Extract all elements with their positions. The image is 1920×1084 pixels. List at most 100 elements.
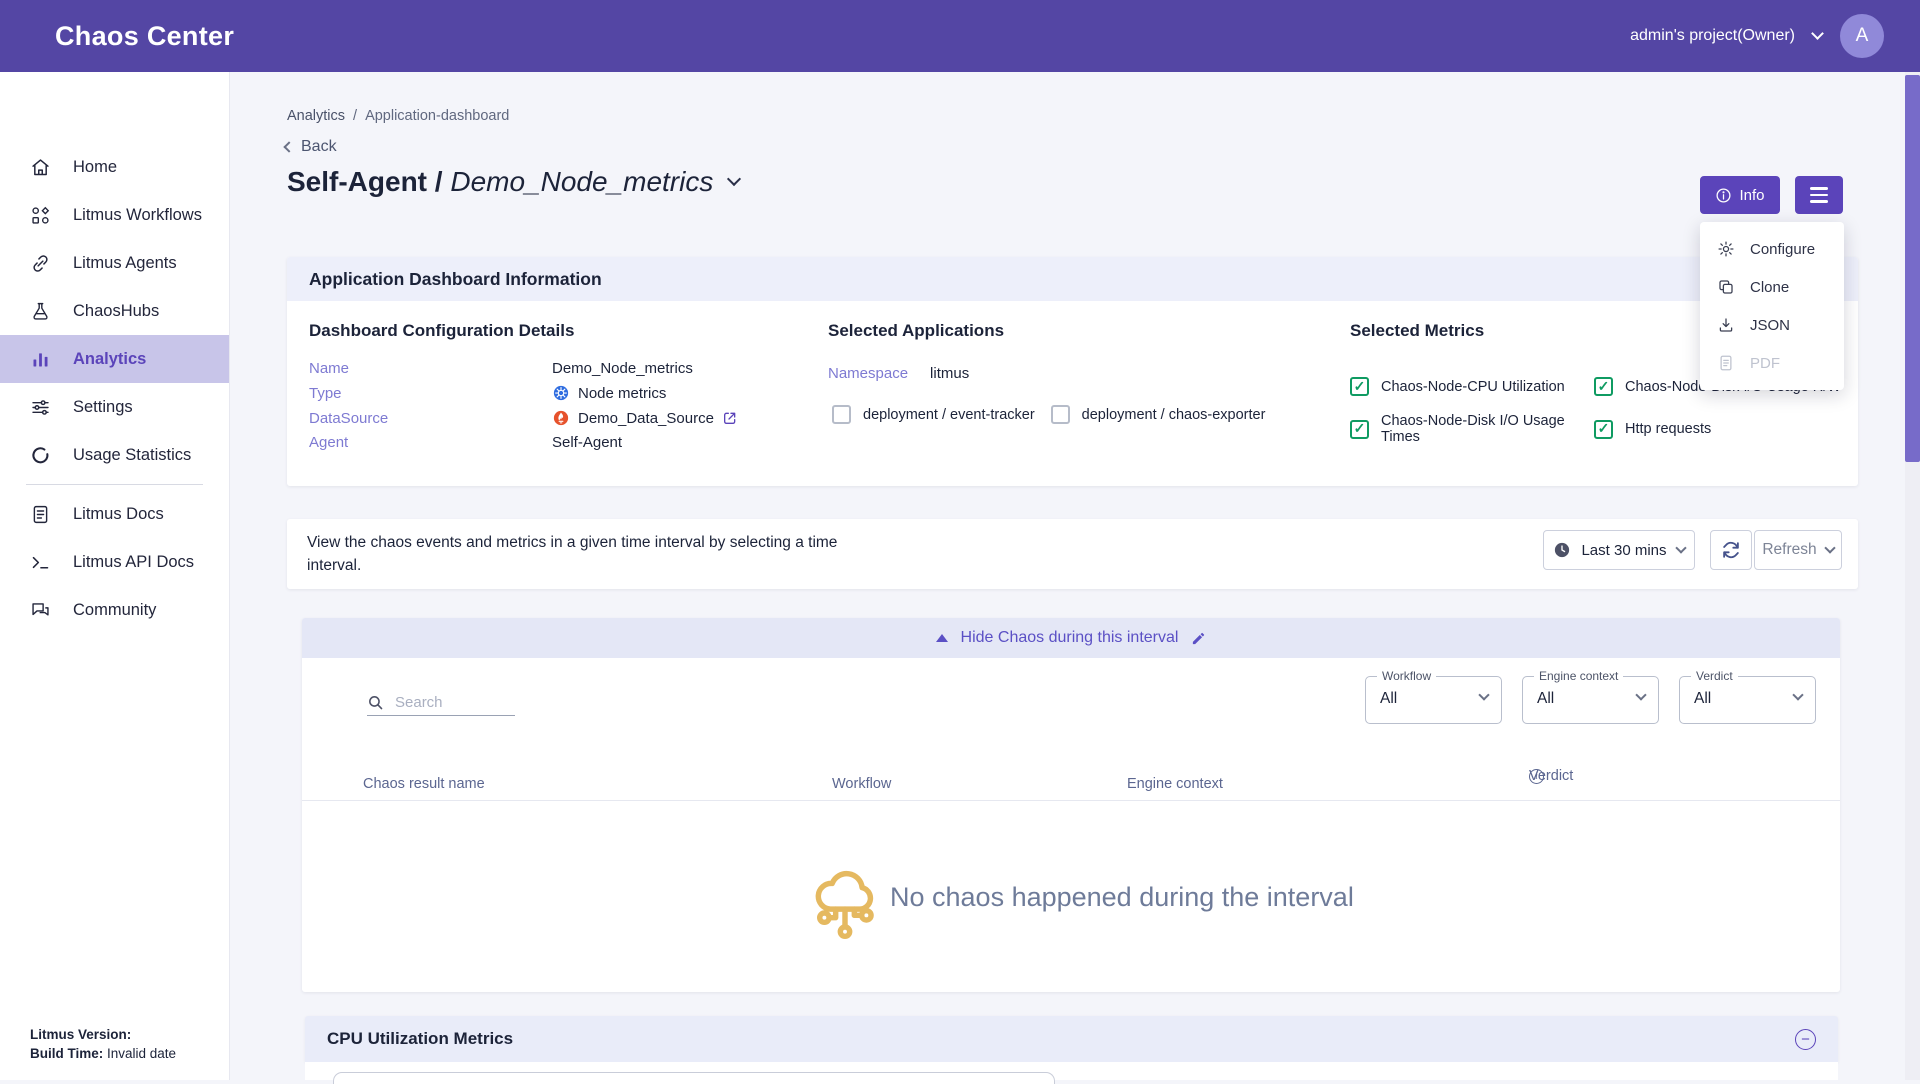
type-value: Node metrics xyxy=(578,385,666,402)
checkbox-cpu-utilization[interactable]: Chaos-Node-CPU Utilization xyxy=(1350,377,1594,396)
link-icon xyxy=(30,253,51,274)
chevron-down-icon[interactable] xyxy=(1811,27,1824,40)
config-section-title: Dashboard Configuration Details xyxy=(309,321,574,341)
chevron-left-icon xyxy=(283,141,294,152)
sidebar-item-litmus-agents[interactable]: Litmus Agents xyxy=(0,239,229,287)
verdict-info-icon[interactable]: i xyxy=(1529,769,1544,784)
hide-chaos-toggle[interactable]: Hide Chaos during this interval xyxy=(302,618,1840,658)
filter-label: Engine context xyxy=(1534,669,1623,683)
checkbox-http-requests[interactable]: Http requests xyxy=(1594,413,1841,445)
chaos-center-app: Chaos Center admin's project(Owner) A Ho… xyxy=(0,0,1920,1080)
sidebar: Home Litmus Workflows Litmus Agents Chao… xyxy=(0,72,230,1080)
checkbox-checked-icon[interactable] xyxy=(1350,420,1369,439)
menu-item-pdf: PDF xyxy=(1700,344,1844,382)
main-content: Analytics / Application-dashboard Back S… xyxy=(230,72,1920,1080)
options-menu-button[interactable] xyxy=(1795,176,1843,214)
hide-chaos-label: Hide Chaos during this interval xyxy=(961,629,1179,647)
info-icon xyxy=(1715,187,1732,204)
workflow-filter-select[interactable]: Workflow All xyxy=(1365,676,1502,724)
sidebar-footer: Litmus Version: Build Time: Invalid date xyxy=(30,1025,176,1064)
chevron-down-icon xyxy=(1675,542,1686,553)
sidebar-item-community[interactable]: Community xyxy=(0,586,229,634)
prometheus-icon xyxy=(552,409,570,427)
bar-chart-icon xyxy=(30,349,51,370)
scrollbar-thumb[interactable] xyxy=(1905,75,1920,462)
menu-item-label: Clone xyxy=(1750,279,1789,296)
sidebar-item-settings[interactable]: Settings xyxy=(0,383,229,431)
collapse-triangle-icon xyxy=(936,634,948,642)
filter-value: All xyxy=(1380,690,1397,708)
datasource-label: DataSource xyxy=(309,410,552,427)
checkbox-label: Chaos-Node-CPU Utilization xyxy=(1381,379,1565,395)
agent-label: Agent xyxy=(309,434,552,451)
sidebar-item-litmus-api-docs[interactable]: Litmus API Docs xyxy=(0,538,229,586)
avatar[interactable]: A xyxy=(1840,14,1884,58)
checkbox-label: Chaos-Node-Disk I/O Usage Times xyxy=(1381,413,1594,445)
title-dropdown-chevron-icon[interactable] xyxy=(727,172,741,186)
sidebar-item-usage-statistics[interactable]: Usage Statistics xyxy=(0,431,229,479)
menu-item-json[interactable]: JSON xyxy=(1700,306,1844,344)
sidebar-item-label: Usage Statistics xyxy=(73,446,191,465)
checkbox-checked-icon[interactable] xyxy=(1594,420,1613,439)
scrollbar-track[interactable] xyxy=(1905,72,1920,1080)
info-button[interactable]: Info xyxy=(1700,176,1780,214)
back-button[interactable]: Back xyxy=(285,138,337,156)
column-engine-context: Engine context xyxy=(1127,776,1223,792)
sidebar-item-chaoshubs[interactable]: ChaosHubs xyxy=(0,287,229,335)
cpu-metrics-panel-header: CPU Utilization Metrics − xyxy=(305,1016,1838,1062)
namespace-value: litmus xyxy=(930,365,969,382)
download-icon xyxy=(1717,316,1735,334)
clock-icon xyxy=(1553,541,1571,559)
filter-value: All xyxy=(1537,690,1554,708)
chevron-down-icon xyxy=(1824,542,1835,553)
checkbox-label: deployment / event-tracker xyxy=(863,407,1035,423)
time-interval-description: View the chaos events and metrics in a g… xyxy=(307,531,862,578)
breadcrumb-current: Application-dashboard xyxy=(365,108,509,124)
time-range-select[interactable]: Last 30 mins xyxy=(1543,530,1695,570)
applications-checkboxes: deployment / event-tracker deployment / … xyxy=(832,405,1265,424)
breadcrumb-analytics[interactable]: Analytics xyxy=(287,108,345,124)
refresh-interval-button[interactable]: Refresh xyxy=(1754,530,1842,570)
filter-value: All xyxy=(1694,690,1711,708)
page-title: Self-Agent / Demo_Node_metrics xyxy=(287,166,739,198)
refresh-now-button[interactable] xyxy=(1710,530,1752,570)
sidebar-item-litmus-workflows[interactable]: Litmus Workflows xyxy=(0,191,229,239)
collapse-minus-icon[interactable]: − xyxy=(1795,1029,1816,1050)
menu-item-configure[interactable]: Configure xyxy=(1700,230,1844,268)
search-input[interactable] xyxy=(393,693,505,712)
cpu-chart-placeholder xyxy=(333,1072,1055,1084)
checkbox-checked-icon[interactable] xyxy=(1350,377,1369,396)
engine-context-filter-select[interactable]: Engine context All xyxy=(1522,676,1659,724)
edit-pencil-icon[interactable] xyxy=(1191,631,1206,646)
breadcrumb-separator: / xyxy=(353,108,357,124)
dashboard-info-panel: Application Dashboard Information Dashbo… xyxy=(287,257,1858,486)
table-header-row: Chaos result name Workflow Engine contex… xyxy=(302,776,1840,802)
checkbox-icon[interactable] xyxy=(1051,405,1070,424)
time-range-value: Last 30 mins xyxy=(1581,542,1666,559)
empty-state-message: No chaos happened during the interval xyxy=(890,882,1354,913)
menu-item-label: PDF xyxy=(1750,355,1780,372)
sidebar-item-label: Analytics xyxy=(73,350,146,369)
sidebar-item-litmus-docs[interactable]: Litmus Docs xyxy=(0,490,229,538)
search-field xyxy=(367,690,515,716)
panel-header: Application Dashboard Information xyxy=(287,257,1858,301)
project-selector-label[interactable]: admin's project(Owner) xyxy=(1630,27,1795,45)
verdict-filter-select[interactable]: Verdict All xyxy=(1679,676,1816,724)
checkbox-event-tracker[interactable]: deployment / event-tracker xyxy=(832,405,1035,424)
agent-name: Self-Agent / xyxy=(287,166,450,197)
refresh-icon xyxy=(1720,539,1742,561)
agent-value: Self-Agent xyxy=(552,434,622,451)
checkbox-icon[interactable] xyxy=(832,405,851,424)
menu-item-clone[interactable]: Clone xyxy=(1700,268,1844,306)
checkbox-chaos-exporter[interactable]: deployment / chaos-exporter xyxy=(1051,405,1266,424)
external-link-icon[interactable] xyxy=(722,410,738,426)
namespace-label: Namespace xyxy=(828,365,908,382)
sidebar-item-label: Home xyxy=(73,158,117,177)
dashboard-name: Demo_Node_metrics xyxy=(450,166,713,197)
sidebar-item-label: Community xyxy=(73,601,156,620)
checkbox-checked-icon[interactable] xyxy=(1594,377,1613,396)
sidebar-item-analytics[interactable]: Analytics xyxy=(0,335,229,383)
sidebar-item-home[interactable]: Home xyxy=(0,143,229,191)
checkbox-disk-io-times[interactable]: Chaos-Node-Disk I/O Usage Times xyxy=(1350,413,1594,445)
sidebar-nav: Home Litmus Workflows Litmus Agents Chao… xyxy=(0,72,229,634)
